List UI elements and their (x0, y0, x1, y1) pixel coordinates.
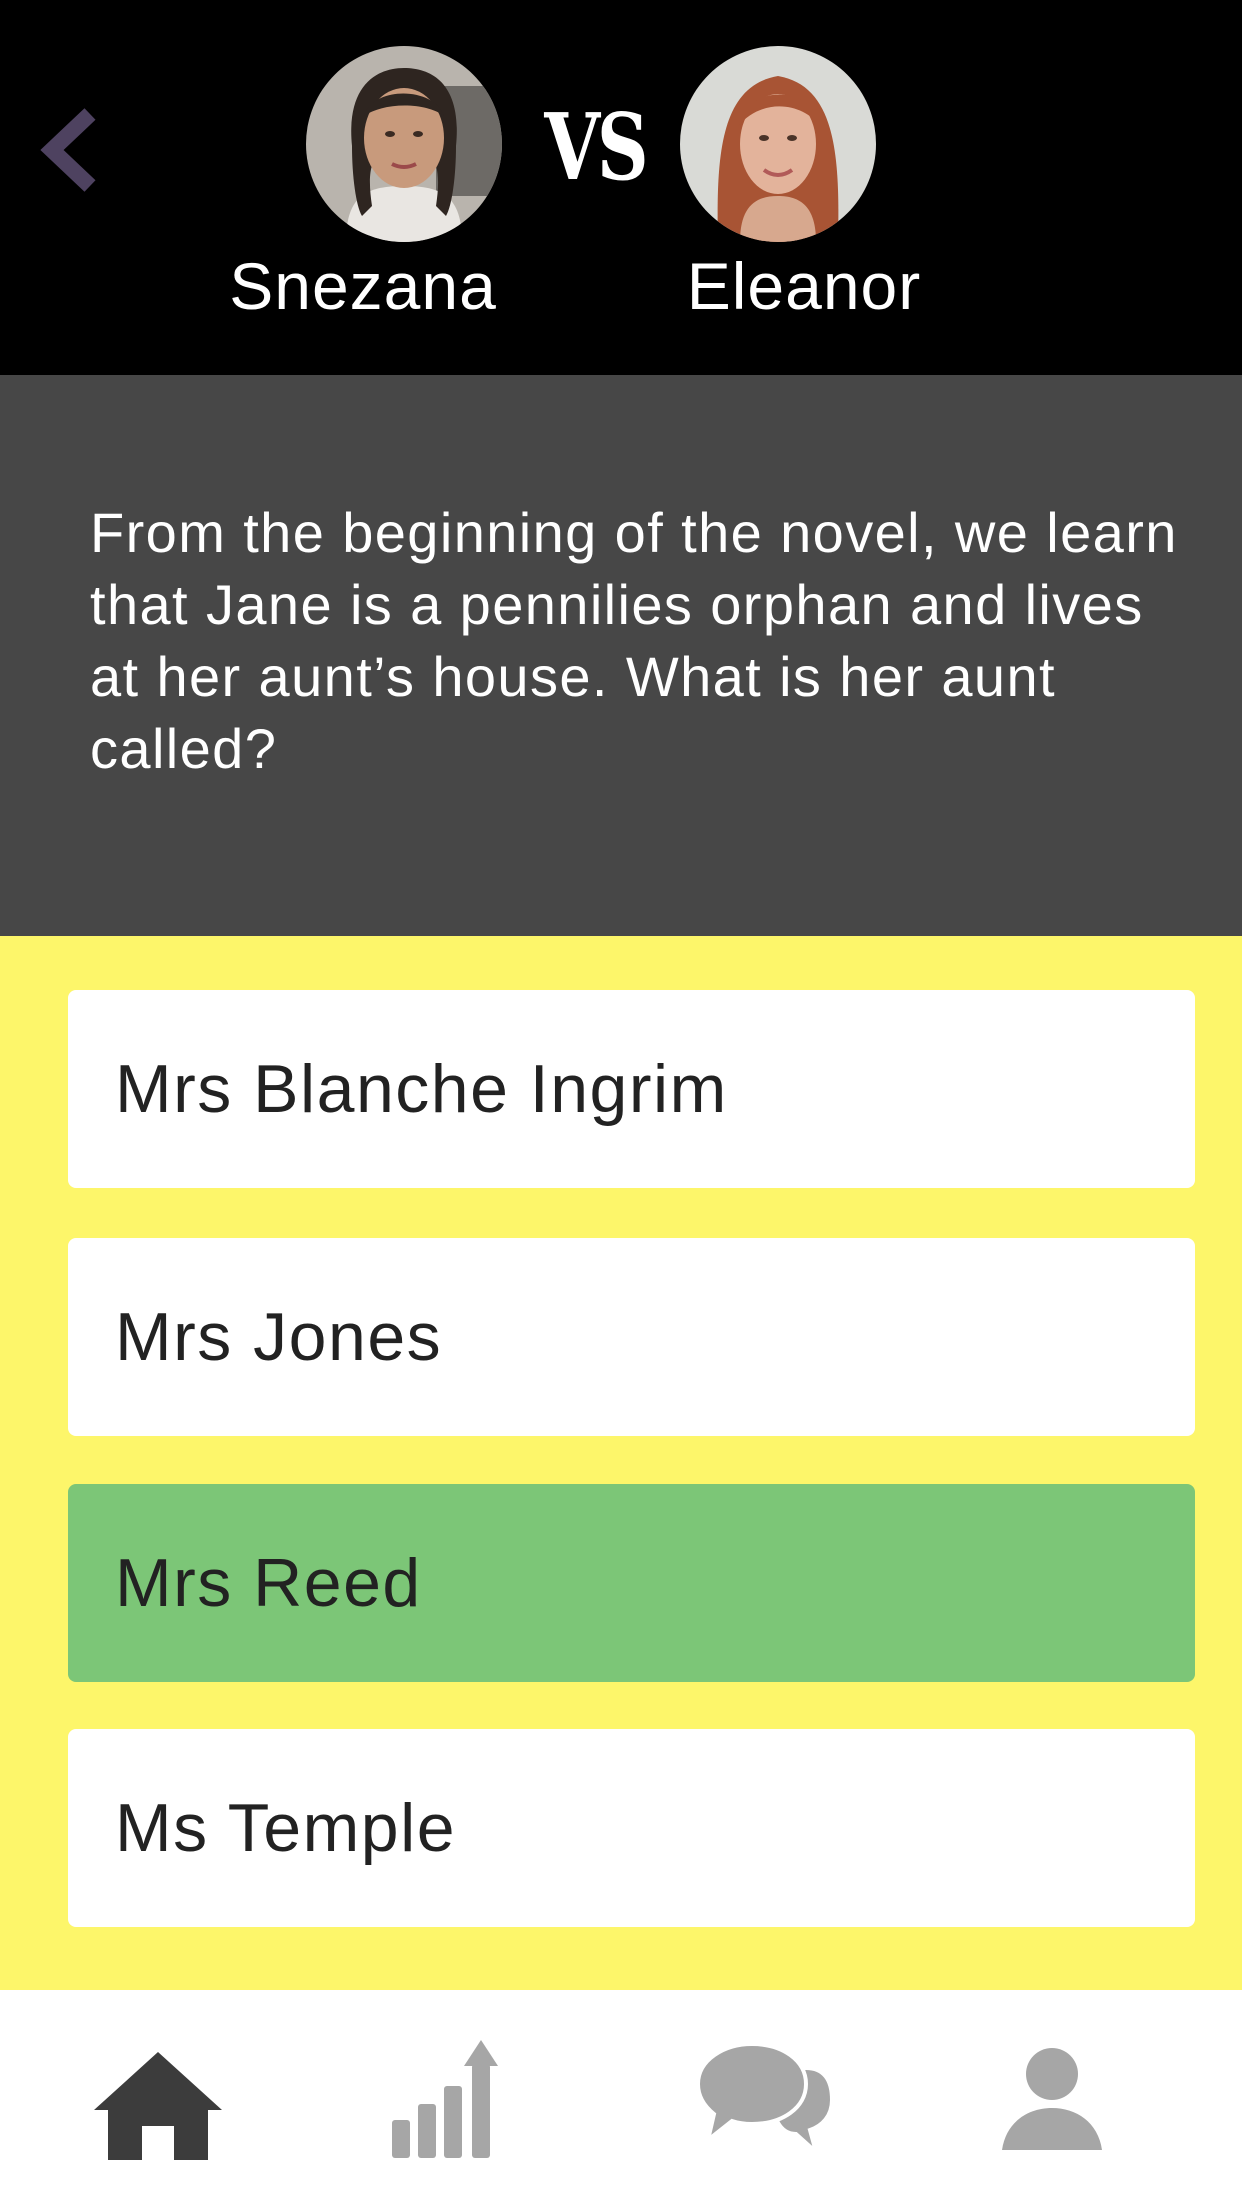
tab-chat[interactable] (694, 2030, 834, 2170)
bottom-tab-bar (0, 1990, 1242, 2208)
answer-label: Mrs Blanche Ingrim (115, 1051, 728, 1127)
stats-icon (392, 2040, 498, 2158)
tab-stats[interactable] (378, 2030, 518, 2170)
answer-option-1[interactable]: Mrs Blanche Ingrim (68, 990, 1195, 1188)
chevron-left-icon (40, 108, 96, 192)
answer-label: Mrs Jones (115, 1299, 443, 1375)
answer-option-2[interactable]: Mrs Jones (68, 1238, 1195, 1436)
back-button[interactable] (38, 100, 108, 200)
match-header: VS Snezana Eleanor (0, 0, 1242, 375)
answer-label: Mrs Reed (115, 1545, 422, 1621)
versus-label: VS (544, 93, 648, 201)
tab-profile[interactable] (982, 2030, 1122, 2170)
avatar-photo (306, 46, 502, 242)
player-left-name: Snezana (229, 249, 497, 323)
player-left-avatar[interactable] (306, 46, 502, 242)
answer-label: Ms Temple (115, 1790, 457, 1866)
answer-option-3-correct[interactable]: Mrs Reed (68, 1484, 1195, 1682)
profile-icon (1002, 2048, 1102, 2150)
answer-option-4[interactable]: Ms Temple (68, 1729, 1195, 1927)
player-right-avatar[interactable] (680, 46, 876, 242)
home-icon (94, 2052, 222, 2160)
question-panel: From the beginning of the novel, we lear… (0, 375, 1242, 936)
tab-home[interactable] (88, 2030, 228, 2170)
chat-icon (695, 2041, 834, 2159)
avatar-photo (680, 46, 876, 242)
answers-area: Mrs Blanche Ingrim Mrs Jones Mrs Reed Ms… (0, 936, 1242, 1990)
question-text: From the beginning of the novel, we lear… (90, 501, 1178, 780)
player-right-name: Eleanor (686, 249, 922, 323)
